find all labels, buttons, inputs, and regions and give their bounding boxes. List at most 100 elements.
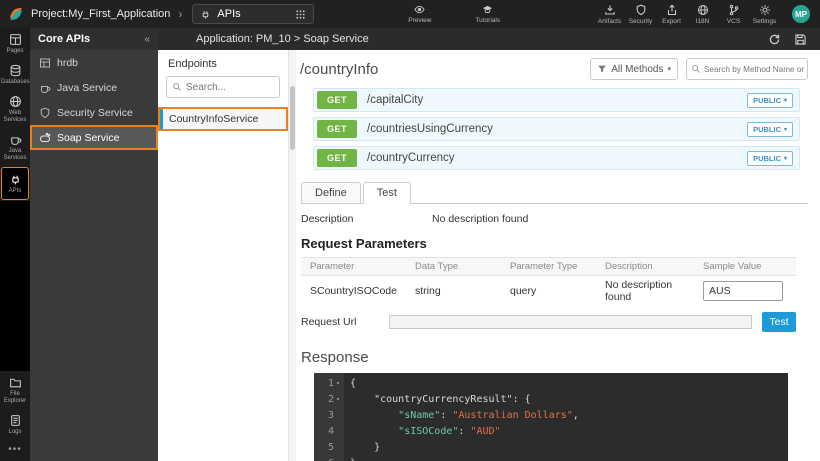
gutter-line-number: 3 (328, 408, 334, 424)
security-label: Security (629, 18, 652, 25)
collapse-panel-icon[interactable]: « (144, 34, 150, 45)
chevron-down-icon: ▾ (784, 126, 787, 133)
rail-label: Pages (1, 48, 29, 55)
response-editor[interactable]: 1▾ 2▾ 3▾ 4▾ 5▾ 6▾ { "countryCurrencyResu… (314, 373, 788, 461)
core-item-security-service[interactable]: Security Service (30, 100, 158, 125)
api-icon (200, 9, 211, 20)
rail-item-apis[interactable]: APIs (1, 167, 29, 200)
workspace-switcher[interactable]: APIs (192, 4, 314, 24)
col-description: Description (596, 261, 694, 272)
api-icon (9, 173, 22, 186)
rail-spacer (0, 201, 30, 371)
request-parameters-table: Parameter Data Type Parameter Type Descr… (301, 257, 796, 306)
rail-item-logs[interactable]: Logs (0, 409, 30, 440)
database-icon (9, 64, 22, 77)
rail-item-databases[interactable]: Databases (0, 59, 30, 90)
tab-define[interactable]: Define (301, 182, 361, 204)
method-search[interactable] (686, 58, 808, 80)
core-item-java-service[interactable]: Java Service (30, 75, 158, 100)
wavemaker-logo-icon[interactable] (8, 6, 24, 22)
method-search-input[interactable] (704, 65, 804, 74)
tab-test[interactable]: Test (363, 182, 411, 204)
refresh-icon[interactable] (768, 33, 781, 46)
save-icon[interactable] (794, 33, 807, 46)
core-apis-header: Core APIs « (30, 28, 158, 50)
rail-label: Java Services (1, 148, 29, 162)
rail-item-pages[interactable]: Pages (0, 28, 30, 59)
search-icon (172, 82, 182, 92)
chevron-down-icon: ▾ (667, 65, 671, 73)
endpoints-search[interactable] (166, 76, 280, 98)
visibility-dropdown[interactable]: PUBLIC ▾ (747, 122, 793, 137)
user-avatar[interactable]: MP (792, 5, 810, 23)
download-tray-icon (604, 4, 616, 16)
graduation-cap-icon (481, 4, 494, 15)
endpoints-list: CountryInfoService (158, 107, 288, 131)
globe-icon (697, 4, 709, 16)
gutter-line-number: 5 (328, 440, 334, 456)
tutorials-button[interactable]: Tutorials (475, 4, 500, 24)
gear-icon (759, 4, 771, 16)
rail-label: File Explorer (1, 391, 29, 405)
settings-button[interactable]: Settings (751, 4, 778, 25)
visibility-dropdown[interactable]: PUBLIC ▾ (747, 151, 793, 166)
core-apis-title: Core APIs (38, 33, 144, 45)
request-url-row: Request Url Test (301, 312, 796, 332)
rail-label: APIs (1, 188, 29, 195)
api-endpoint-list: GET /capitalCity PUBLIC ▾ GET /countries… (313, 88, 800, 170)
fold-icon[interactable]: ▾ (334, 392, 342, 408)
security-button[interactable]: Security (627, 4, 654, 25)
endpoint-item-label: CountryInfoService (163, 109, 258, 129)
col-parameter: Parameter (301, 261, 406, 272)
core-item-hrdb[interactable]: hrdb (30, 50, 158, 75)
i18n-button[interactable]: I18N (689, 4, 716, 25)
core-item-label: Java Service (57, 82, 117, 94)
response-title: Response (301, 349, 812, 366)
description-label: Description (301, 213, 432, 225)
request-url-label: Request Url (301, 316, 389, 328)
code-line: "countryCurrencyResult": { (350, 392, 579, 408)
visibility-label: PUBLIC (753, 154, 781, 163)
sample-value-input[interactable] (703, 281, 783, 301)
api-row-countries-using-currency[interactable]: GET /countriesUsingCurrency PUBLIC ▾ (313, 117, 800, 141)
description-row: Description No description found (301, 213, 812, 225)
chevron-down-icon: ▾ (784, 155, 787, 162)
visibility-dropdown[interactable]: PUBLIC ▾ (747, 93, 793, 108)
code-line: } (350, 456, 579, 461)
artifacts-button[interactable]: Artifacts (596, 4, 623, 25)
service-header: /countryInfo All Methods ▾ (300, 58, 808, 80)
rail-item-java-services[interactable]: Java Services (0, 128, 30, 166)
vcs-label: VCS (727, 18, 740, 25)
coffee-icon (39, 82, 51, 94)
rail-item-web-services[interactable]: Web Services (0, 90, 30, 128)
core-item-soap-service[interactable]: Soap Service (30, 125, 158, 150)
code-line: { (350, 376, 579, 392)
endpoint-list-item[interactable]: CountryInfoService (158, 107, 288, 131)
log-file-icon (9, 414, 22, 427)
more-options-icon[interactable]: ••• (0, 440, 30, 461)
preview-button[interactable]: Preview (408, 4, 431, 24)
export-label: Export (662, 18, 681, 25)
methods-filter-dropdown[interactable]: All Methods ▾ (590, 58, 678, 80)
endpoints-search-input[interactable] (186, 82, 276, 93)
test-button[interactable]: Test (762, 312, 796, 332)
scrollbar-thumb[interactable] (290, 86, 295, 150)
api-row-capital-city[interactable]: GET /capitalCity PUBLIC ▾ (313, 88, 800, 112)
request-url-input[interactable] (389, 315, 752, 329)
fold-icon[interactable]: ▾ (334, 376, 342, 392)
visibility-label: PUBLIC (753, 96, 781, 105)
table-row: SCountryISOCode string query No descript… (301, 276, 796, 306)
cell-data-type: string (406, 285, 501, 297)
workspace-label: APIs (217, 8, 289, 20)
rail-item-file-explorer[interactable]: File Explorer (0, 371, 30, 409)
col-data-type: Data Type (406, 261, 501, 272)
export-arrow-icon (666, 4, 678, 16)
request-parameters-title: Request Parameters (301, 236, 812, 251)
code-line: "sName": "Australian Dollars", (350, 408, 579, 424)
gutter-line-number: 4 (328, 424, 334, 440)
grid-menu-icon[interactable] (295, 9, 306, 20)
shield-icon (39, 107, 51, 119)
export-button[interactable]: Export (658, 4, 685, 25)
api-row-country-currency[interactable]: GET /countryCurrency PUBLIC ▾ (313, 146, 800, 170)
vcs-button[interactable]: VCS (720, 4, 747, 25)
